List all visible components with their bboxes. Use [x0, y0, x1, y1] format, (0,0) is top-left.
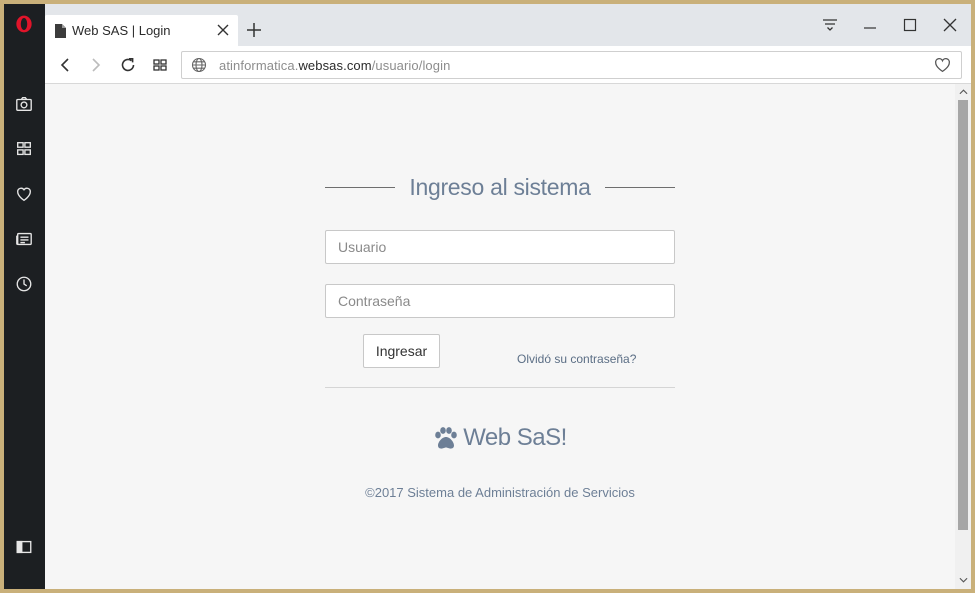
document-icon — [55, 23, 66, 38]
new-tab-button[interactable] — [245, 21, 263, 39]
opera-logo-icon[interactable] — [12, 12, 36, 36]
speed-dial-icon[interactable] — [12, 137, 36, 161]
url-path: /usuario/login — [371, 57, 451, 73]
close-icon[interactable] — [216, 23, 230, 37]
heart-icon[interactable] — [12, 182, 36, 206]
paw-icon — [435, 427, 457, 449]
url-text[interactable]: atinformatica.websas.com/usuario/login — [219, 58, 450, 73]
camera-icon[interactable] — [12, 92, 36, 116]
scroll-thumb[interactable] — [958, 100, 968, 530]
forgot-password-link[interactable]: Olvidó su contraseña? — [517, 352, 636, 366]
forward-icon[interactable] — [86, 55, 106, 75]
brand-name: Web SaS! — [463, 424, 567, 451]
username-input[interactable] — [325, 230, 675, 264]
url-prefix: atinformatica. — [219, 57, 299, 73]
back-icon[interactable] — [55, 55, 75, 75]
scroll-down-icon[interactable] — [958, 575, 968, 585]
reload-icon[interactable] — [118, 55, 138, 75]
title-rule-left — [325, 186, 395, 188]
scroll-up-icon[interactable] — [958, 87, 968, 97]
sidebar — [4, 4, 45, 589]
divider — [325, 387, 675, 388]
tab-active[interactable]: Web SAS | Login — [45, 15, 238, 46]
brand-logo: Web SaS! — [325, 424, 675, 452]
page-content: Ingreso al sistema Ingresar Olvidó su co… — [45, 84, 955, 589]
password-input[interactable] — [325, 284, 675, 318]
tabs-grid-icon[interactable] — [150, 55, 170, 75]
copyright-text: ©2017 Sistema de Administración de Servi… — [365, 485, 635, 500]
tab-title: Web SAS | Login — [72, 23, 171, 38]
history-icon[interactable] — [12, 272, 36, 296]
address-bar[interactable]: atinformatica.websas.com/usuario/login — [181, 51, 962, 79]
sidebar-toggle-icon[interactable] — [12, 535, 36, 559]
title-rule-right — [605, 186, 675, 188]
bookmark-heart-icon[interactable] — [934, 57, 951, 73]
login-title-row: Ingreso al sistema — [325, 172, 675, 202]
page-title: Ingreso al sistema — [409, 173, 591, 200]
maximize-icon[interactable] — [899, 14, 921, 36]
close-window-icon[interactable] — [939, 14, 961, 36]
tab-strip: Web SAS | Login — [45, 4, 971, 46]
toolbar: atinformatica.websas.com/usuario/login — [45, 46, 971, 84]
login-button[interactable]: Ingresar — [363, 334, 440, 368]
url-host: websas.com — [298, 57, 372, 73]
browser-window: Web SAS | Login atinformatica.websas.com… — [4, 4, 971, 589]
minimize-icon[interactable] — [859, 14, 881, 36]
globe-icon — [191, 57, 207, 73]
news-icon[interactable] — [12, 227, 36, 251]
tab-menu-icon[interactable] — [819, 14, 841, 36]
vertical-scrollbar[interactable] — [955, 84, 971, 589]
